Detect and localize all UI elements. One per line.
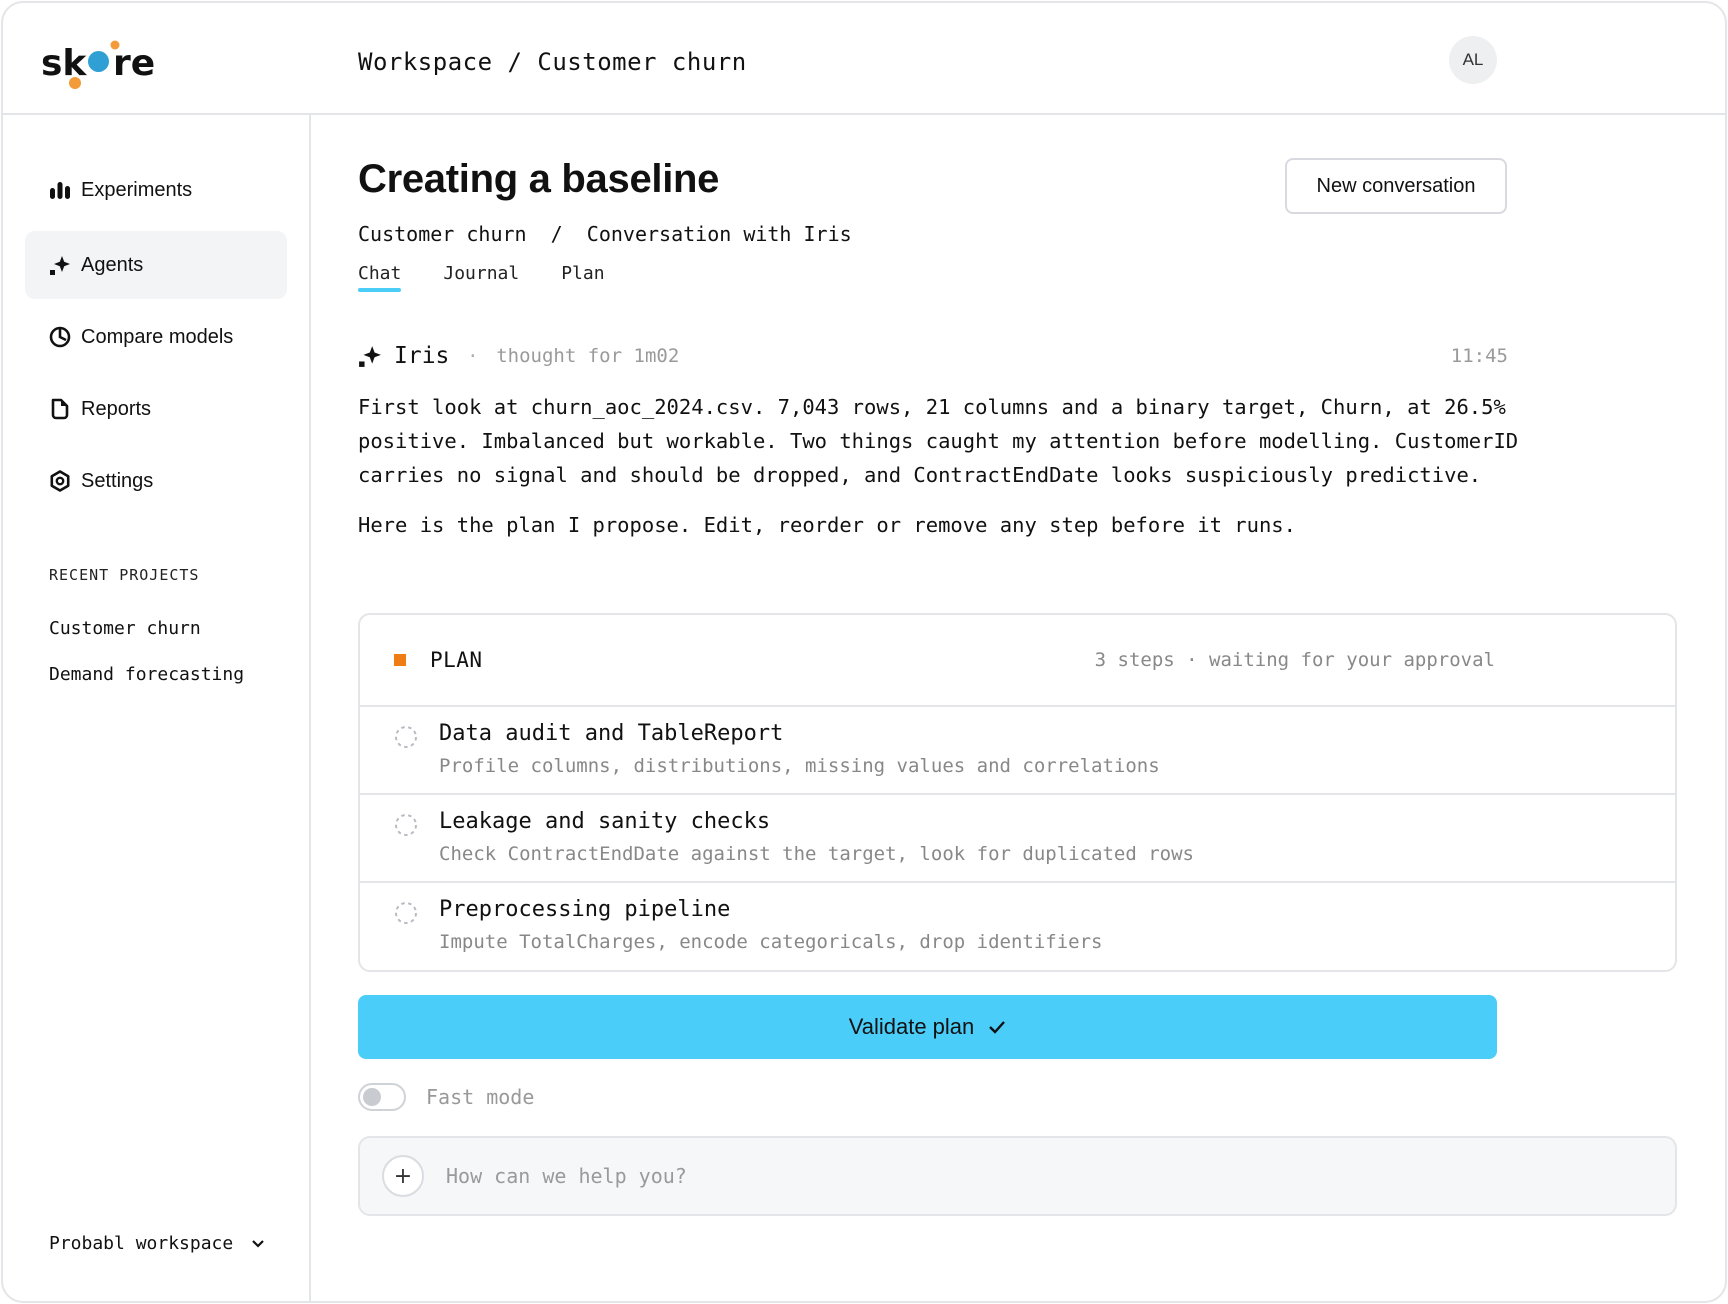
sidebar-item-settings[interactable]: Settings <box>25 447 287 515</box>
fast-mode-toggle[interactable]: Fast mode <box>358 1083 534 1111</box>
agent-name: Iris <box>394 343 450 369</box>
recent-projects-heading: RECENT PROJECTS <box>49 566 200 584</box>
sidebar-item-agents[interactable]: Agents <box>25 231 287 299</box>
tab-chat[interactable]: Chat <box>358 263 402 292</box>
settings-hex-icon <box>49 470 71 492</box>
conversation-breadcrumb: Customer churn / Conversation with Iris <box>358 222 852 246</box>
message-header: Iris · thought for 1m02 11:45 <box>358 341 1508 371</box>
page-title: Creating a baseline <box>358 157 720 201</box>
plan-step-title: Leakage and sanity checks <box>439 809 771 834</box>
workspace-switcher[interactable]: Probabl workspace <box>49 1233 265 1254</box>
header-breadcrumb: Workspace / Customer churn <box>358 48 747 76</box>
svg-text:sk: sk <box>41 43 87 84</box>
tab-plan[interactable]: Plan <box>561 263 604 288</box>
sidebar-item-experiments[interactable]: Experiments <box>25 156 287 224</box>
message-paragraph: First look at churn_aoc_2024.csv. 7,043 … <box>358 395 1519 487</box>
conversation-tabs: Chat Journal Plan <box>358 263 647 292</box>
message-body: First look at churn_aoc_2024.csv. 7,043 … <box>358 390 1523 558</box>
pending-circle-icon <box>394 901 418 925</box>
plan-step-description: Check ContractEndDate against the target… <box>439 843 1194 865</box>
main-panel: Creating a baseline New conversation Cus… <box>313 115 1725 1301</box>
plan-card: PLAN 3 steps · waiting for your approval… <box>358 613 1677 972</box>
sidebar-item-label: Experiments <box>81 178 193 201</box>
sidebar-item-reports[interactable]: Reports <box>25 375 287 443</box>
chat-input[interactable] <box>446 1164 1675 1188</box>
plan-step-description: Impute TotalCharges, encode categoricals… <box>439 931 1103 953</box>
message-timestamp: 11:45 <box>1450 345 1508 367</box>
plan-step[interactable]: Preprocessing pipeline Impute TotalCharg… <box>360 883 1675 970</box>
document-icon <box>49 398 71 420</box>
pending-circle-icon <box>394 813 418 837</box>
plan-marker-icon <box>394 654 406 666</box>
bar-chart-icon <box>49 179 71 201</box>
plan-title: PLAN <box>430 648 483 672</box>
validate-plan-button[interactable]: Validate plan <box>358 995 1497 1059</box>
plan-step-title: Data audit and TableReport <box>439 721 784 746</box>
pending-circle-icon <box>394 725 418 749</box>
recent-project-customer-churn[interactable]: Customer churn <box>49 618 201 639</box>
recent-project-demand-forecasting[interactable]: Demand forecasting <box>49 664 244 685</box>
fast-mode-label: Fast mode <box>426 1085 535 1109</box>
chevron-down-icon <box>251 1239 265 1249</box>
sidebar-item-label: Reports <box>81 397 152 420</box>
plan-step[interactable]: Data audit and TableReport Profile colum… <box>360 707 1675 795</box>
toggle-switch[interactable] <box>358 1083 406 1111</box>
validate-plan-label: Validate plan <box>848 1014 975 1039</box>
sparkle-icon <box>358 344 382 368</box>
top-header: sk re Workspace / Customer churn AL <box>3 3 1725 115</box>
checkmark-icon <box>988 1020 1006 1034</box>
sidebar-item-label: Agents <box>81 253 144 276</box>
sidebar-item-label: Compare models <box>81 325 234 348</box>
add-attachment-button[interactable]: + <box>382 1155 424 1197</box>
chat-composer: + <box>358 1136 1677 1216</box>
app-window: sk re Workspace / Customer churn AL Expe… <box>1 1 1727 1303</box>
plan-step[interactable]: Leakage and sanity checks Check Contract… <box>360 795 1675 883</box>
toggle-knob <box>363 1088 381 1106</box>
sidebar-item-compare-models[interactable]: Compare models <box>25 303 287 371</box>
sidebar-item-label: Settings <box>81 469 154 492</box>
plan-step-description: Profile columns, distributions, missing … <box>439 755 1160 777</box>
skore-logo[interactable]: sk re <box>41 37 171 93</box>
sidebar: Experiments Agents Compare models Report… <box>3 115 311 1301</box>
workspace-name: Probabl workspace <box>49 1233 234 1254</box>
thought-duration: thought for 1m02 <box>496 345 680 367</box>
user-avatar[interactable]: AL <box>1449 36 1497 84</box>
pie-chart-icon <box>49 326 71 348</box>
new-conversation-button[interactable]: New conversation <box>1285 158 1507 214</box>
plus-icon: + <box>393 1163 413 1189</box>
sparkle-icon <box>49 254 71 276</box>
tab-journal[interactable]: Journal <box>443 263 519 288</box>
svg-text:re: re <box>113 43 155 84</box>
plan-step-title: Preprocessing pipeline <box>439 897 731 922</box>
message-paragraph: Here is the plan I propose. Edit, reorde… <box>358 513 1296 537</box>
plan-header: PLAN 3 steps · waiting for your approval <box>360 615 1675 707</box>
plan-status: 3 steps · waiting for your approval <box>1094 649 1495 671</box>
separator-dot: · <box>467 345 479 367</box>
